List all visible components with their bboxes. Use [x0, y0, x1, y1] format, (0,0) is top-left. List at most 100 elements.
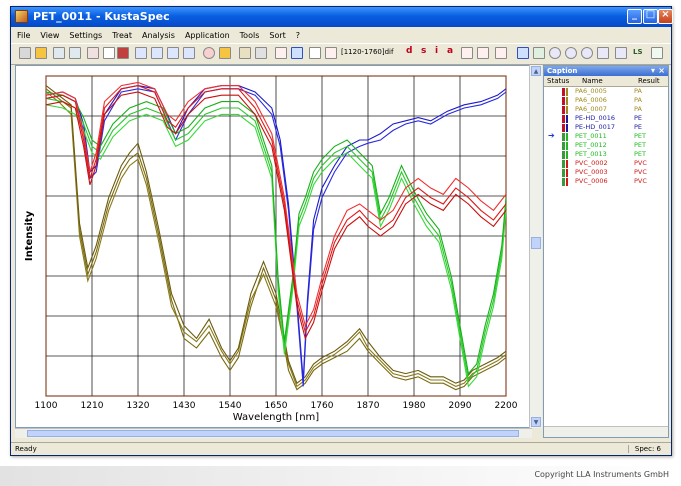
caption-row[interactable]: PVC_0002 PVC	[544, 159, 668, 168]
minimize-button[interactable]: _	[627, 9, 642, 24]
caption-row[interactable]: PE-HD_0017 PE	[544, 123, 668, 132]
scroll-thumb[interactable]	[531, 237, 541, 249]
close-button[interactable]: ×	[658, 9, 673, 24]
spectrum-name: PA6_0006	[575, 96, 607, 104]
color-swatch	[566, 151, 568, 159]
toolbar: [1120-1760]dif d s i a LS	[11, 43, 671, 65]
export-icon[interactable]	[651, 47, 663, 59]
column-result[interactable]: Result	[638, 77, 660, 85]
spectrum-result: PVC	[634, 177, 647, 185]
baseline-icon[interactable]	[275, 47, 287, 59]
spectrum-chart[interactable]: 1100 1210 1320 1430 1540 1650 1760 1870 1980 2090…	[16, 66, 531, 427]
spectrum-name: PA6_0007	[575, 105, 607, 113]
menu-application[interactable]: Application	[185, 31, 230, 40]
scroll-up-icon[interactable]: ▲	[531, 66, 541, 76]
caption-row[interactable]: PET_0013 PET	[544, 150, 668, 159]
x-tick-label: 1760	[311, 401, 334, 411]
library-icon[interactable]	[533, 47, 545, 59]
zoom-icon[interactable]	[103, 47, 115, 59]
spectrum-name: PVC_0006	[575, 177, 608, 185]
open-folder-icon[interactable]	[35, 47, 47, 59]
norm-icon[interactable]	[477, 47, 489, 59]
spectrum-name: PA6_0005	[575, 87, 607, 95]
caption-panel: Caption × ▾ Status Name Result PA6_0005 P…	[543, 65, 669, 438]
smooth-icon[interactable]	[461, 47, 473, 59]
analysis-one-icon[interactable]	[549, 47, 561, 59]
toolbar-a-button[interactable]: a	[447, 46, 453, 56]
toolbar-d-button[interactable]: d	[406, 46, 412, 56]
x-tick-label: 1650	[265, 401, 288, 411]
scale-four-icon[interactable]	[183, 47, 195, 59]
caption-row[interactable]: PA6_0005 PA	[544, 87, 668, 96]
scale-two-icon[interactable]	[151, 47, 163, 59]
window-title: PET_0011 - KustaSpec	[33, 10, 170, 23]
book-icon[interactable]	[117, 47, 129, 59]
range-select-icon[interactable]	[291, 47, 303, 59]
status-text: Ready	[15, 445, 37, 453]
app-icon	[15, 10, 28, 23]
scroll-down-icon[interactable]: ▼	[531, 417, 541, 427]
analysis-two-icon[interactable]	[565, 47, 577, 59]
menu-settings[interactable]: Settings	[69, 31, 102, 40]
plot-vertical-scrollbar[interactable]: ▲ ▼	[529, 65, 542, 428]
copyright-text: Copyright LLA Instruments GmbH	[534, 470, 669, 479]
caption-row[interactable]: PET_0012 PET	[544, 141, 668, 150]
x-tick-label: 1540	[219, 401, 242, 411]
spectrum-result: PA	[634, 87, 642, 95]
analysis-three-icon[interactable]	[581, 47, 593, 59]
spectrum-result: PVC	[634, 168, 647, 176]
report-icon[interactable]	[597, 47, 609, 59]
title-bar[interactable]: PET_0011 - KustaSpec _ □ ×	[11, 7, 673, 27]
spectra-grid-icon[interactable]	[53, 47, 65, 59]
model-icon[interactable]	[615, 47, 627, 59]
caption-row[interactable]: PVC_0006 PVC	[544, 177, 668, 186]
column-name[interactable]: Name	[582, 77, 603, 85]
caption-row[interactable]: PA6_0007 PA	[544, 105, 668, 114]
color-swatch	[566, 169, 568, 177]
target-icon[interactable]	[203, 47, 215, 59]
menu-view[interactable]: View	[40, 31, 59, 40]
menu-file[interactable]: File	[17, 31, 30, 40]
folder-star-icon[interactable]	[219, 47, 231, 59]
caption-scrollbar[interactable]	[544, 426, 668, 437]
status-indicator	[562, 115, 565, 123]
color-swatch	[566, 115, 568, 123]
caption-column-header: Status Name Result	[544, 76, 668, 87]
toolbar-i-button[interactable]: i	[435, 46, 438, 56]
spectrum-plot-panel[interactable]: 1100 1210 1320 1430 1540 1650 1760 1870 1980 2090…	[15, 65, 532, 428]
h-scroll-thumb[interactable]	[27, 430, 519, 437]
plot-horizontal-scrollbar[interactable]	[15, 428, 532, 438]
menu-analysis[interactable]: Analysis	[142, 31, 175, 40]
caption-toggle-icon[interactable]	[517, 47, 529, 59]
status-indicator	[562, 178, 565, 186]
scale-three-icon[interactable]	[167, 47, 179, 59]
menu-tools[interactable]: Tools	[240, 31, 260, 40]
key-icon[interactable]	[239, 47, 251, 59]
caption-row[interactable]: PA6_0006 PA	[544, 96, 668, 105]
tools-icon[interactable]	[255, 47, 267, 59]
peak-icon[interactable]	[87, 47, 99, 59]
caption-row[interactable]: PVC_0003 PVC	[544, 168, 668, 177]
points-icon[interactable]	[69, 47, 81, 59]
spectrum-result: PA	[634, 105, 642, 113]
ls-button[interactable]: LS	[633, 48, 643, 56]
caption-pin-icon[interactable]: ▾	[651, 66, 655, 75]
menu-help[interactable]: ?	[296, 31, 300, 40]
menu-treat[interactable]: Treat	[112, 31, 132, 40]
caption-close-icon[interactable]: ×	[658, 66, 665, 75]
caption-row[interactable]: ➔ PET_0011 PET	[544, 131, 668, 141]
scale-one-icon[interactable]	[135, 47, 147, 59]
status-indicator	[562, 151, 565, 159]
toolbar-s-button[interactable]: s	[421, 46, 426, 56]
column-status[interactable]: Status	[547, 77, 569, 85]
x-tick-label: 1210	[81, 401, 104, 411]
caption-row[interactable]: PE-HD_0016 PE	[544, 114, 668, 123]
x-tick-label: 1320	[127, 401, 150, 411]
maximize-button[interactable]: □	[643, 9, 658, 24]
derivative-icon[interactable]	[325, 47, 337, 59]
range-line-icon[interactable]	[309, 47, 321, 59]
menu-sort[interactable]: Sort	[269, 31, 285, 40]
spectrum-result: PET	[634, 150, 646, 158]
correct-icon[interactable]	[495, 47, 507, 59]
print-icon[interactable]	[19, 47, 31, 59]
